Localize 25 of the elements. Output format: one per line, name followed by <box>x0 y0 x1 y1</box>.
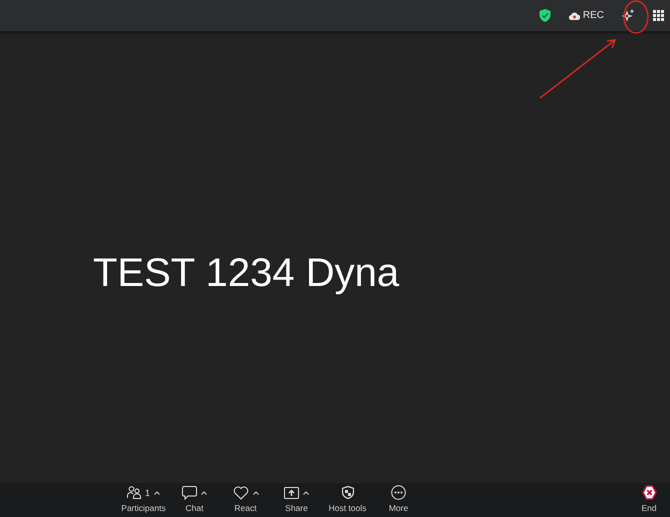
shield-icon <box>538 9 551 22</box>
shield-icon <box>342 486 354 499</box>
chat-button[interactable]: Chat <box>169 485 220 513</box>
close-icon <box>642 485 656 500</box>
caret-icon[interactable] <box>303 490 309 494</box>
caret-icon[interactable] <box>154 490 160 494</box>
people-icon <box>126 486 141 499</box>
participants-button[interactable]: 1 Participants <box>118 485 169 513</box>
react-button[interactable]: React <box>220 485 271 513</box>
more-icon <box>391 485 406 500</box>
share-screen-icon <box>284 486 299 498</box>
annotation-circle <box>623 0 649 34</box>
cloud-icon <box>568 12 580 20</box>
host-tools-button[interactable]: Host tools <box>322 485 373 513</box>
caret-icon[interactable] <box>252 490 258 494</box>
caret-icon[interactable] <box>201 490 207 494</box>
sparkle-icon[interactable] <box>622 9 635 22</box>
chat-icon <box>182 486 197 500</box>
rec-label: REC <box>582 10 604 21</box>
more-button[interactable]: More <box>373 485 424 513</box>
share-button[interactable]: Share <box>271 485 322 513</box>
end-button[interactable]: End <box>634 485 664 513</box>
shared-text: TEST 1234 Dyna <box>93 251 400 296</box>
heart-icon <box>232 486 248 500</box>
apps-grid-icon[interactable] <box>653 10 664 21</box>
